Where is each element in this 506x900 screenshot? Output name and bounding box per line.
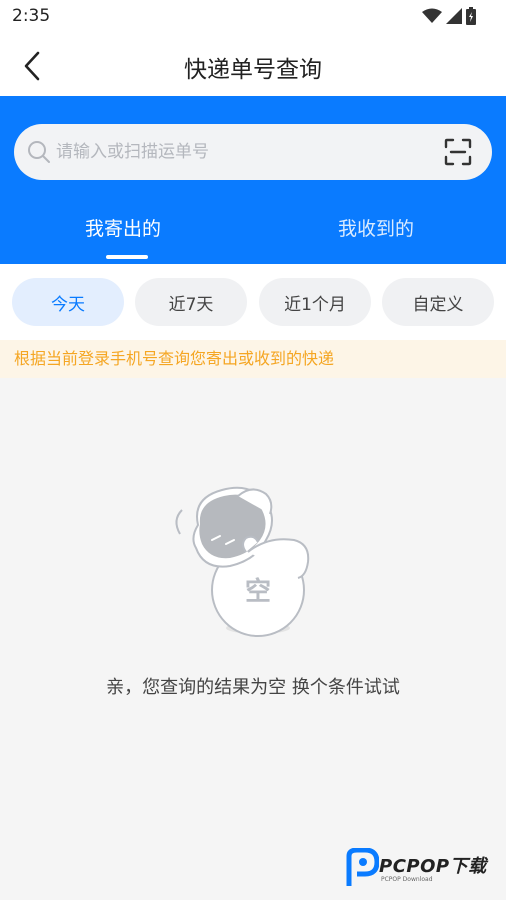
signal-icon [446, 8, 462, 24]
tab-indicator [106, 255, 148, 259]
search-icon [28, 141, 50, 163]
pcpop-logo-icon [346, 848, 379, 886]
filter-custom[interactable]: 自定义 [382, 278, 494, 326]
page-title: 快递单号查询 [184, 57, 322, 83]
notice-banner: 根据当前登录手机号查询您寄出或收到的快递 [0, 340, 506, 378]
watermark-sub: PCPOP Download [381, 876, 433, 883]
wifi-icon [422, 8, 442, 23]
empty-badge-text: 空 [245, 576, 271, 607]
filter-1-month[interactable]: 近1个月 [259, 278, 371, 326]
tab-sent[interactable]: 我寄出的 [85, 214, 161, 241]
empty-message: 亲，您查询的结果为空 换个条件试试 [106, 677, 400, 698]
filter-7-days[interactable]: 近7天 [135, 278, 247, 326]
empty-state-illustration: 空 [175, 486, 310, 637]
scan-icon[interactable] [444, 138, 472, 166]
nav-bar: 快递单号查询 [0, 34, 506, 96]
battery-icon [466, 7, 476, 25]
status-icons [422, 7, 476, 25]
filter-today[interactable]: 今天 [12, 278, 124, 326]
tab-received[interactable]: 我收到的 [338, 214, 414, 241]
date-filter-row: 今天 近7天 近1个月 自定义 [0, 264, 506, 340]
status-time: 2:35 [12, 6, 51, 26]
status-bar: 2:35 [0, 0, 506, 34]
search-input[interactable] [56, 124, 426, 180]
search-box[interactable] [14, 124, 492, 180]
watermark: PCPOP下载 PCPOP Download [343, 846, 503, 890]
header-panel: 我寄出的 我收到的 [0, 96, 506, 264]
watermark-brand: PCPOP下载 [379, 856, 487, 877]
